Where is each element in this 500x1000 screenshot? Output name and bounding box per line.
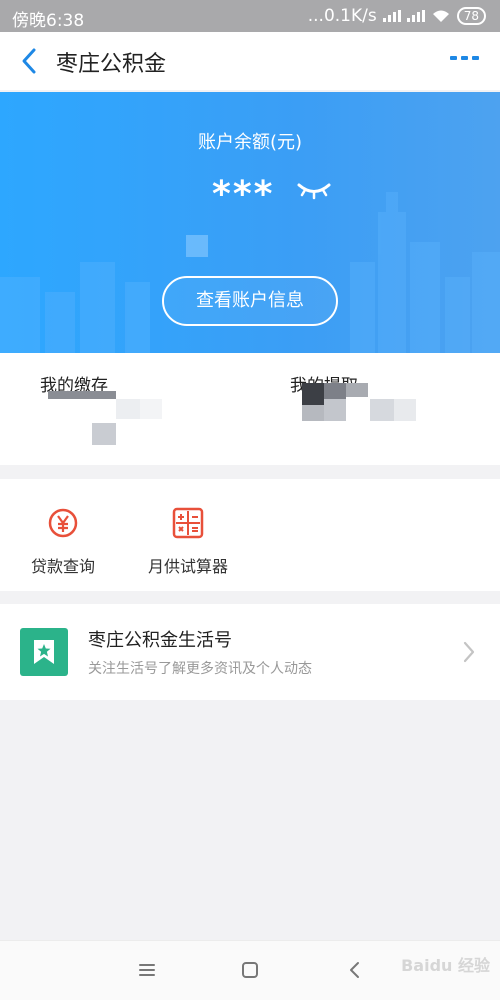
monthly-calculator-tool[interactable]: 月供试算器	[133, 507, 243, 577]
deposit-withdraw-card: 我的缴存 我的提取	[0, 353, 500, 465]
nav-bar: 枣庄公积金	[0, 32, 500, 90]
loan-query-label: 贷款查询	[30, 557, 95, 576]
life-account-title: 枣庄公积金生活号	[88, 630, 232, 651]
withdraw-value-redacted	[302, 383, 324, 405]
back-chevron-icon[interactable]	[18, 46, 40, 76]
signal-icon	[406, 10, 425, 22]
tools-panel: 贷款查询 月供试算器	[0, 479, 500, 591]
more-dots-icon[interactable]	[450, 56, 480, 66]
deposit-value-redacted	[92, 423, 116, 445]
deposit-value-redacted	[116, 399, 140, 419]
home-icon[interactable]	[239, 959, 261, 981]
deposit-value-redacted	[48, 391, 116, 399]
withdraw-value-redacted	[394, 399, 416, 421]
withdraw-value-redacted	[370, 399, 394, 421]
battery-icon: 78	[456, 7, 486, 25]
menu-icon[interactable]	[136, 959, 158, 981]
life-account-subtitle: 关注生活号了解更多资讯及个人动态	[88, 661, 312, 677]
deposit-value-redacted	[140, 399, 162, 419]
calculator-icon	[172, 507, 204, 539]
status-time: 傍晚6:38	[12, 11, 85, 31]
chevron-right-icon	[463, 641, 475, 663]
withdraw-value-redacted	[302, 405, 324, 421]
page-title: 枣庄公积金	[56, 52, 167, 77]
wifi-icon	[432, 10, 449, 22]
city-skyline-illustration	[0, 192, 500, 353]
status-bar: 傍晚6:38 ...0.1K/s 78	[0, 0, 500, 32]
back-icon[interactable]	[344, 959, 366, 981]
network-speed: ...0.1K/s	[307, 6, 377, 26]
loan-query-tool[interactable]: 贷款查询	[8, 507, 118, 577]
calculator-label: 月供试算器	[147, 557, 228, 576]
baidu-watermark: Baidu 经验	[401, 956, 490, 975]
signal-icon	[382, 10, 401, 22]
loan-query-icon	[48, 508, 78, 538]
bookmark-star-icon	[20, 628, 68, 676]
withdraw-value-redacted	[346, 383, 368, 397]
withdraw-value-redacted	[324, 399, 346, 421]
life-account-row[interactable]: 枣庄公积金生活号 关注生活号了解更多资讯及个人动态	[0, 604, 500, 700]
